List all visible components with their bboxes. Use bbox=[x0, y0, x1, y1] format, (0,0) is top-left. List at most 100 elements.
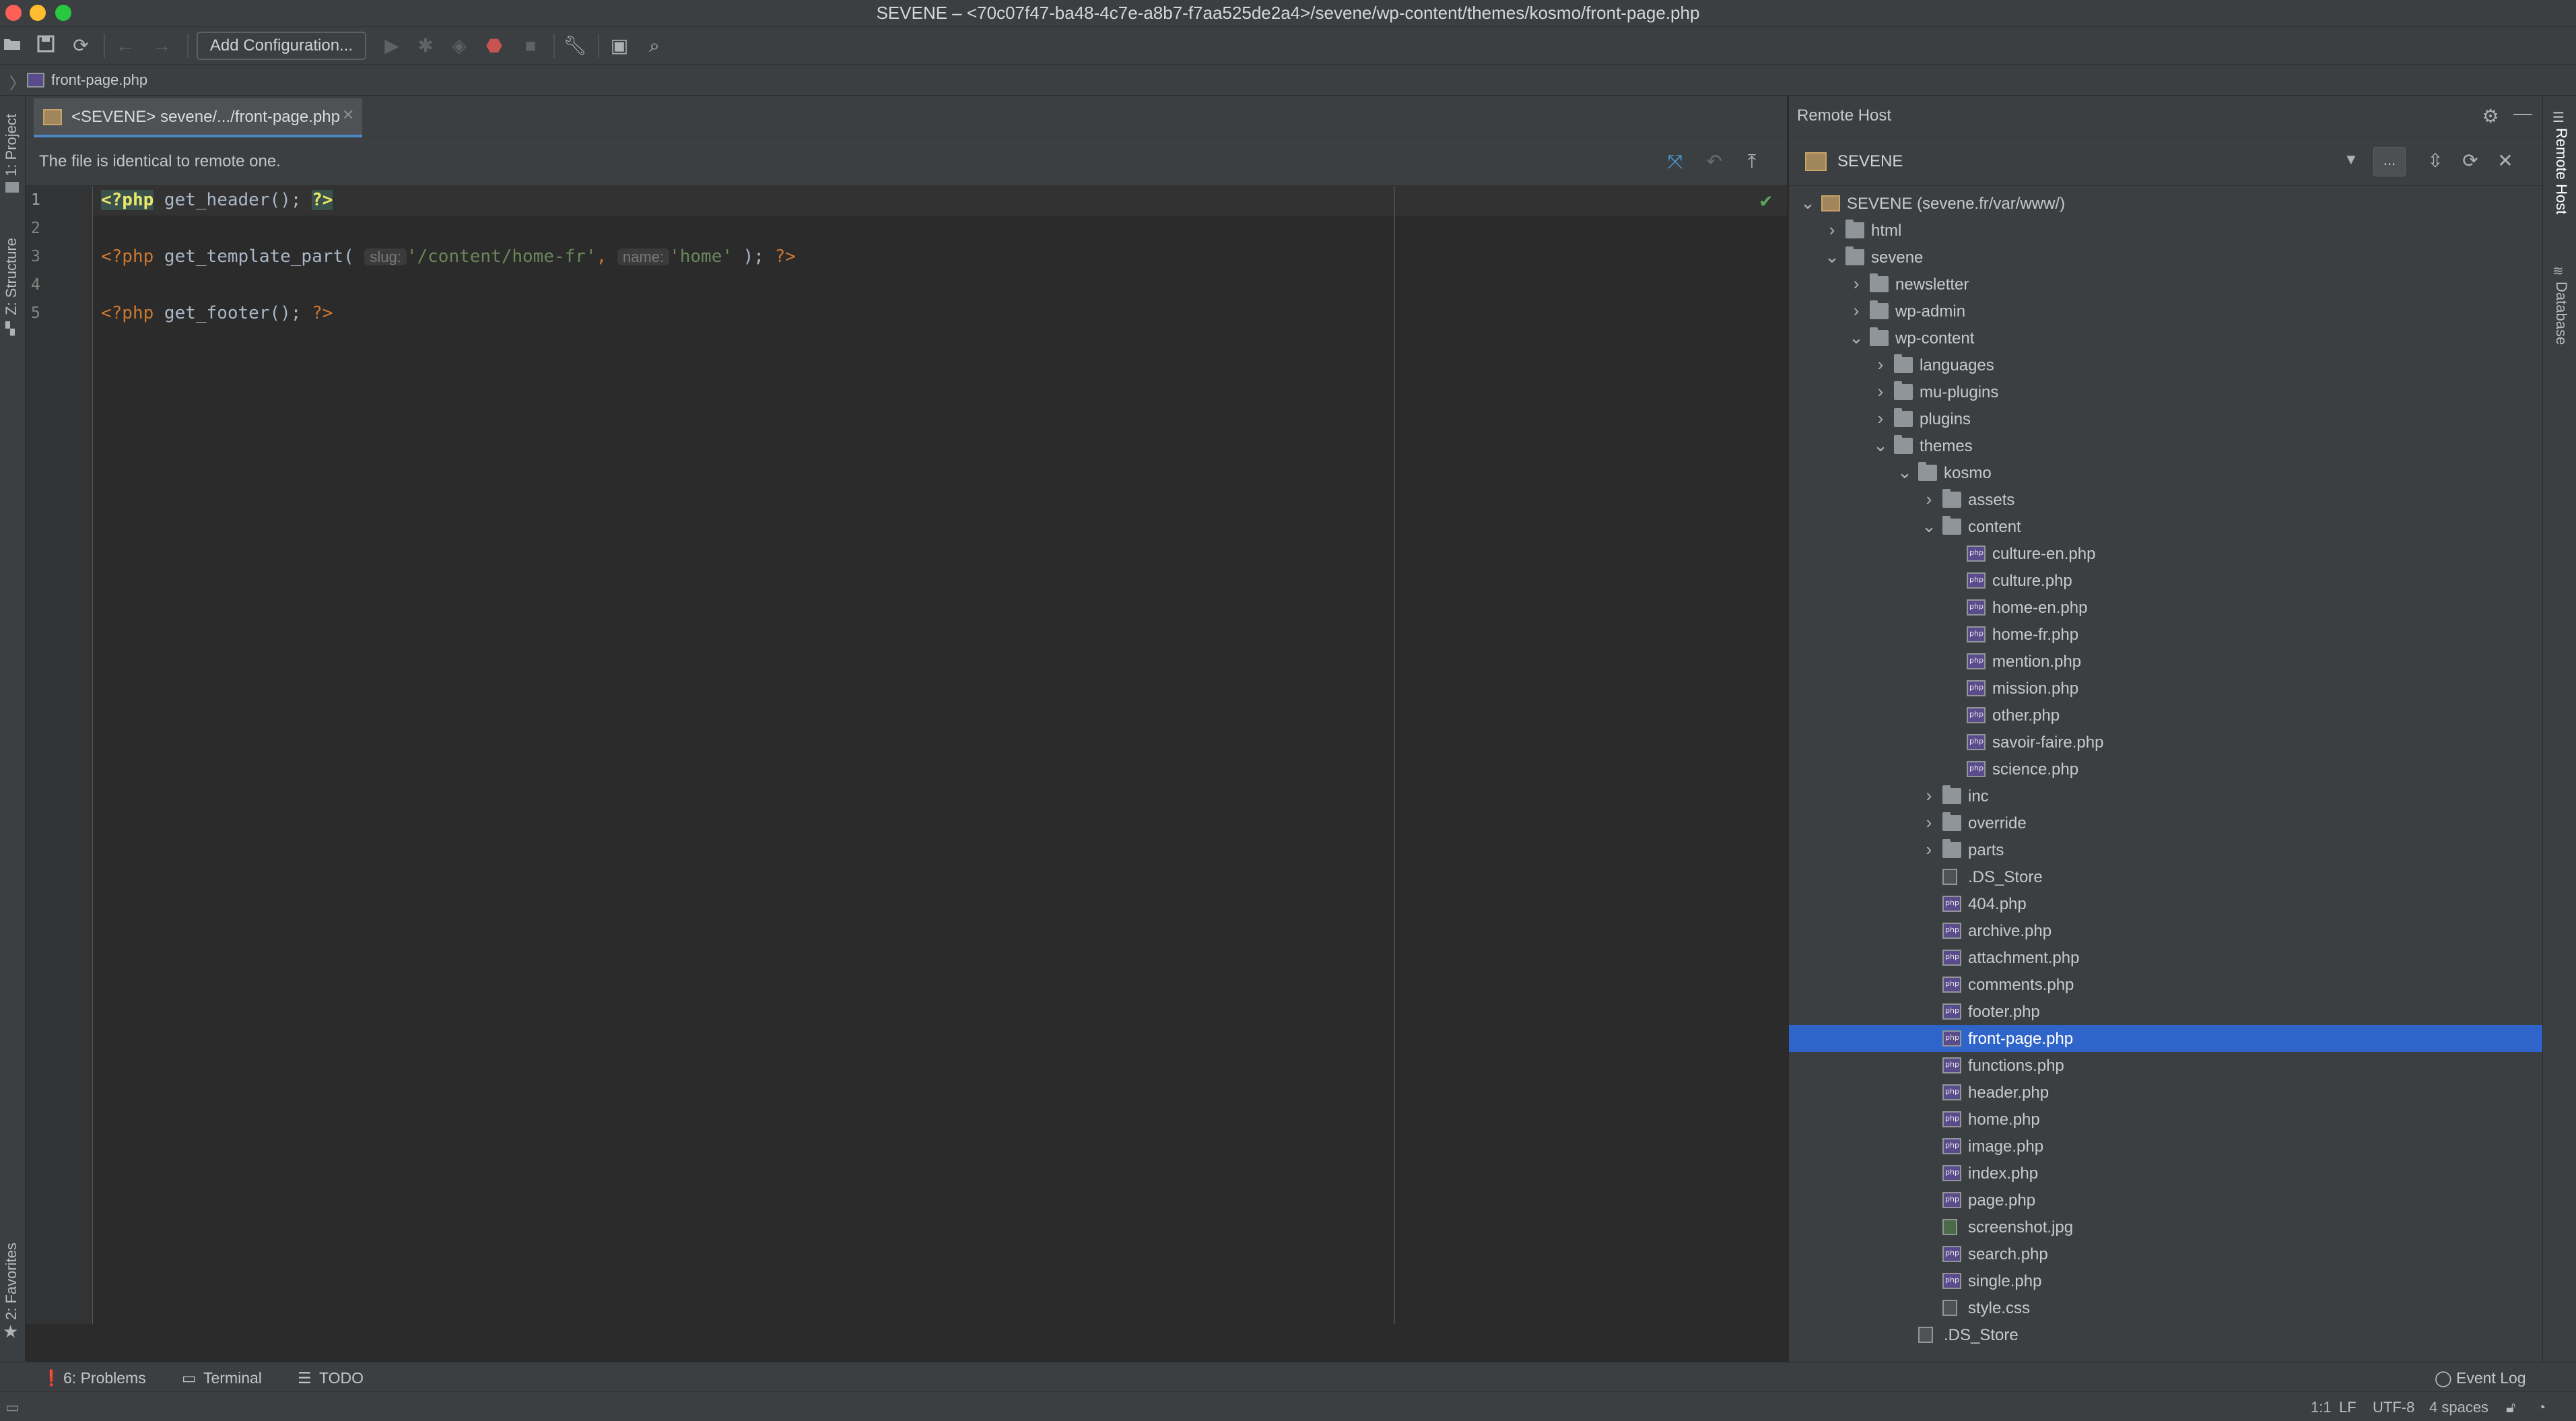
forward-arrow-icon[interactable]: → bbox=[149, 34, 174, 58]
upload-icon[interactable]: ⤒ bbox=[1740, 150, 1764, 174]
terminal-tool-tab[interactable]: Terminal bbox=[203, 1369, 262, 1387]
refresh-icon[interactable]: ⟳ bbox=[2458, 150, 2482, 172]
structure-tool-tab[interactable]: Z: Structure bbox=[3, 238, 20, 315]
tree-file-row[interactable]: mention.php bbox=[1789, 648, 2542, 675]
browse-button[interactable]: ... bbox=[2373, 147, 2406, 176]
code-editor[interactable]: 1 2 3 4 5 <?php get_header(); ?> <?php g… bbox=[26, 186, 1787, 1324]
tree-file-row[interactable]: science.php bbox=[1789, 756, 2542, 783]
tree-file-row[interactable]: header.php bbox=[1789, 1079, 2542, 1106]
chevron-down-icon[interactable]: ⌄ bbox=[1798, 193, 1817, 213]
tree-folder-row[interactable]: › inc bbox=[1789, 783, 2542, 809]
tree-file-row[interactable]: .DS_Store bbox=[1789, 863, 2542, 890]
compare-icon[interactable]: ⤧ bbox=[1663, 150, 1687, 174]
server-selector[interactable]: SEVENE bbox=[1837, 152, 1903, 171]
event-log-tool-tab[interactable]: Event Log bbox=[2456, 1369, 2526, 1387]
chevron-right-icon[interactable]: › bbox=[1847, 273, 1866, 294]
chevron-down-icon[interactable]: ⌄ bbox=[1895, 462, 1914, 483]
tree-file-row[interactable]: 404.php bbox=[1789, 890, 2542, 917]
minimize-panel-icon[interactable]: — bbox=[2511, 102, 2535, 124]
read-only-lock-icon[interactable]: 🔓︎ bbox=[2506, 1399, 2515, 1416]
favorites-tool-tab[interactable]: 2: Favorites bbox=[3, 1243, 20, 1320]
tree-folder-row[interactable]: ⌄ content bbox=[1789, 513, 2542, 540]
tree-folder-row[interactable]: ⌄ themes bbox=[1789, 432, 2542, 459]
tree-folder-row[interactable]: › assets bbox=[1789, 486, 2542, 513]
tree-folder-row[interactable]: ⌄ wp-content bbox=[1789, 325, 2542, 352]
save-icon[interactable] bbox=[34, 34, 58, 58]
todo-tool-tab[interactable]: TODO bbox=[319, 1369, 364, 1387]
line-separator[interactable]: LF bbox=[2339, 1399, 2357, 1416]
search-icon[interactable]: ⌕ bbox=[642, 34, 667, 58]
chevron-right-icon[interactable]: › bbox=[1920, 839, 1938, 860]
tree-file-row[interactable]: mission.php bbox=[1789, 675, 2542, 702]
tree-file-row[interactable]: single.php bbox=[1789, 1267, 2542, 1294]
tree-folder-row[interactable]: › newsletter bbox=[1789, 271, 2542, 298]
file-encoding[interactable]: UTF-8 bbox=[2373, 1399, 2414, 1416]
tree-file-row[interactable]: page.php bbox=[1789, 1187, 2542, 1214]
tree-folder-row[interactable]: › html bbox=[1789, 217, 2542, 244]
tree-file-row[interactable]: other.php bbox=[1789, 702, 2542, 729]
coverage-icon[interactable]: ◈ bbox=[447, 34, 471, 58]
tree-folder-row[interactable]: › wp-admin bbox=[1789, 298, 2542, 325]
tree-file-row[interactable]: savoir-faire.php bbox=[1789, 729, 2542, 756]
chevron-right-icon[interactable]: › bbox=[1920, 812, 1938, 833]
collapse-all-icon[interactable]: ⇳ bbox=[2423, 150, 2447, 172]
tree-file-row[interactable]: front-page.php bbox=[1789, 1025, 2542, 1052]
tree-file-row[interactable]: screenshot.jpg bbox=[1789, 1214, 2542, 1241]
chevron-right-icon[interactable]: › bbox=[1871, 381, 1890, 402]
problems-tool-tab[interactable]: 6: Problems bbox=[63, 1369, 146, 1387]
chevron-right-icon[interactable]: › bbox=[1920, 489, 1938, 510]
tree-folder-row[interactable]: ⌄ sevene bbox=[1789, 244, 2542, 271]
caret-position[interactable]: 1:1 bbox=[2311, 1399, 2332, 1416]
chevron-down-icon[interactable]: ⌄ bbox=[1823, 246, 1841, 267]
close-tab-icon[interactable]: ✕ bbox=[342, 106, 354, 124]
revert-icon[interactable]: ↶ bbox=[1702, 150, 1726, 174]
sync-icon[interactable]: ⟳ bbox=[69, 34, 93, 58]
debug-icon[interactable]: ✱ bbox=[413, 34, 438, 58]
tree-file-row[interactable]: archive.php bbox=[1789, 917, 2542, 944]
tree-file-row[interactable]: culture-en.php bbox=[1789, 540, 2542, 567]
tree-folder-row[interactable]: › plugins bbox=[1789, 405, 2542, 432]
tree-file-row[interactable]: style.css bbox=[1789, 1294, 2542, 1321]
back-arrow-icon[interactable]: ← bbox=[113, 34, 137, 58]
tree-folder-row[interactable]: ⌄ kosmo bbox=[1789, 459, 2542, 486]
inspection-ok-check-icon[interactable]: ✔ bbox=[1759, 191, 1773, 212]
tree-file-row[interactable]: footer.php bbox=[1789, 998, 2542, 1025]
tree-file-row[interactable]: culture.php bbox=[1789, 567, 2542, 594]
add-configuration-button[interactable]: Add Configuration... bbox=[197, 32, 366, 60]
tree-folder-row[interactable]: › parts bbox=[1789, 836, 2542, 863]
chevron-right-icon[interactable]: › bbox=[1823, 220, 1841, 240]
chevron-right-icon[interactable]: › bbox=[1920, 785, 1938, 806]
chevron-down-icon[interactable]: ⌄ bbox=[1871, 435, 1890, 456]
tree-file-row[interactable]: home-en.php bbox=[1789, 594, 2542, 621]
chevron-right-icon[interactable]: › bbox=[1871, 354, 1890, 375]
stop-icon[interactable]: ■ bbox=[518, 34, 543, 58]
chevron-down-icon[interactable]: ▼ bbox=[2344, 151, 2359, 168]
indent-setting[interactable]: 4 spaces bbox=[2429, 1399, 2488, 1416]
chevron-down-icon[interactable]: ⌄ bbox=[1920, 516, 1938, 537]
open-folder-icon[interactable] bbox=[0, 34, 24, 58]
tree-file-row[interactable]: attachment.php bbox=[1789, 944, 2542, 971]
project-tool-tab[interactable]: 1: Project bbox=[3, 114, 20, 176]
database-tool-tab[interactable]: Database bbox=[2552, 282, 2570, 345]
chevron-down-icon[interactable]: ⌄ bbox=[1847, 327, 1866, 348]
tree-folder-row[interactable]: ⌄ SEVENE (sevene.fr/var/www/) bbox=[1789, 190, 2542, 217]
chevron-right-icon[interactable]: › bbox=[1847, 300, 1866, 321]
tree-file-row[interactable]: functions.php bbox=[1789, 1052, 2542, 1079]
run-icon[interactable]: ▶ bbox=[380, 34, 404, 58]
profiler-icon[interactable]: ⬣ bbox=[482, 34, 506, 58]
tree-file-row[interactable]: comments.php bbox=[1789, 971, 2542, 998]
tree-file-row[interactable]: home-fr.php bbox=[1789, 621, 2542, 648]
tree-folder-row[interactable]: › languages bbox=[1789, 352, 2542, 378]
tree-folder-row[interactable]: › mu-plugins bbox=[1789, 378, 2542, 405]
gear-icon[interactable]: ⚙ bbox=[2478, 105, 2503, 127]
chevron-right-icon[interactable]: › bbox=[1871, 408, 1890, 429]
close-icon[interactable]: ✕ bbox=[2493, 150, 2517, 172]
wrench-settings-icon[interactable]: 🔧︎ bbox=[563, 34, 587, 58]
tree-file-row[interactable]: image.php bbox=[1789, 1133, 2542, 1160]
editor-tab-front-page[interactable]: <SEVENE> sevene/.../front-page.php ✕ bbox=[34, 98, 362, 137]
tool-windows-toggle-icon[interactable]: ▭ bbox=[5, 1399, 20, 1416]
tree-folder-row[interactable]: › override bbox=[1789, 809, 2542, 836]
tree-file-row[interactable]: search.php bbox=[1789, 1241, 2542, 1267]
breadcrumb[interactable]: front-page.php bbox=[51, 71, 147, 89]
tree-file-row[interactable]: index.php bbox=[1789, 1160, 2542, 1187]
